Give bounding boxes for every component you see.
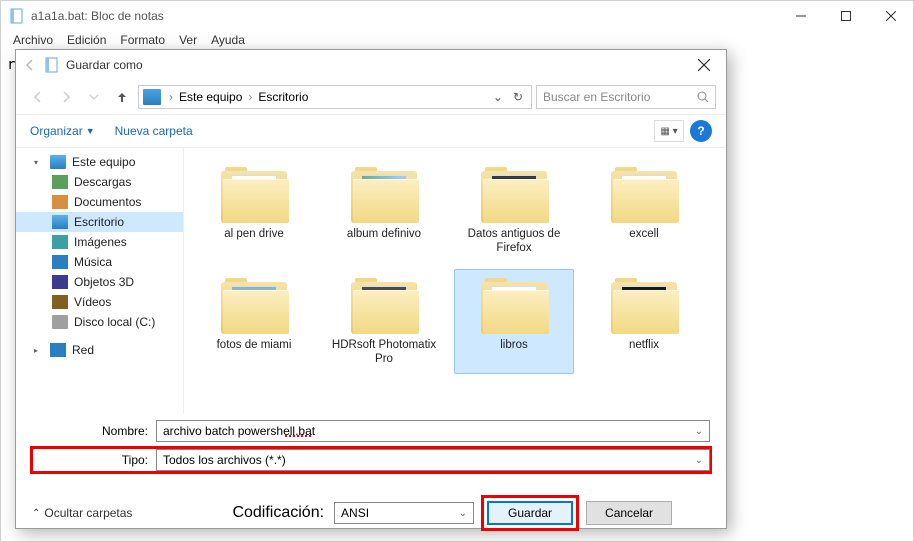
- tree-item-3d[interactable]: Objetos 3D: [16, 272, 183, 292]
- breadcrumb[interactable]: › Este equipo › Escritorio ⌄ ↻: [138, 85, 532, 109]
- tree-item-desktop[interactable]: Escritorio: [16, 212, 183, 232]
- filetype-row-highlighted: Tipo: Todos los archivos (*.*) ⌄: [32, 448, 710, 472]
- help-button[interactable]: ?: [690, 120, 712, 142]
- folder-item[interactable]: Datos antiguos de Firefox: [454, 158, 574, 263]
- download-icon: [52, 175, 68, 189]
- encoding-label: Codificación:: [232, 504, 324, 522]
- network-icon: [50, 343, 66, 357]
- chevron-right-icon: ›: [169, 90, 173, 104]
- notepad-menubar: Archivo Edición Formato Ver Ayuda: [1, 31, 913, 51]
- filetype-label: Tipo:: [32, 453, 156, 467]
- search-input[interactable]: Buscar en Escritorio: [536, 85, 716, 109]
- caret-right-icon: ▸: [34, 346, 44, 355]
- tree-item-pc[interactable]: ▾Este equipo: [16, 152, 183, 172]
- dialog-navbar: › Este equipo › Escritorio ⌄ ↻ Buscar en…: [16, 80, 726, 114]
- images-icon: [52, 235, 68, 249]
- folder-item[interactable]: ✦ HDRsoft Photomatix Pro: [324, 269, 444, 374]
- encoding-select[interactable]: ANSI ⌄: [334, 502, 474, 524]
- dialog-titlebar: Guardar como: [16, 50, 726, 80]
- menu-file[interactable]: Archivo: [7, 31, 59, 51]
- tree-item-network[interactable]: ▸Red: [16, 340, 183, 360]
- notepad-titlebar: a1a1a.bat: Bloc de notas: [1, 1, 913, 31]
- dialog-close-button[interactable]: [684, 52, 724, 78]
- menu-help[interactable]: Ayuda: [205, 31, 251, 51]
- documents-icon: [52, 195, 68, 209]
- new-folder-button[interactable]: Nueva carpeta: [115, 124, 193, 138]
- folder-item[interactable]: excell: [584, 158, 704, 263]
- notepad-icon: [9, 8, 25, 24]
- desktop-icon: [52, 215, 68, 229]
- close-button[interactable]: [868, 1, 913, 31]
- pc-icon: [143, 89, 161, 105]
- tree-item-documents[interactable]: Documentos: [16, 192, 183, 212]
- tree-item-downloads[interactable]: Descargas: [16, 172, 183, 192]
- hide-folders-button[interactable]: ⌃ Ocultar carpetas: [32, 506, 132, 520]
- breadcrumb-dropdown[interactable]: ⌄: [489, 90, 507, 104]
- notepad-window: a1a1a.bat: Bloc de notas Archivo Edición…: [0, 0, 914, 542]
- save-button-highlighted: Guardar: [484, 498, 576, 528]
- chevron-down-icon: ▼: [86, 126, 95, 136]
- nav-up-button[interactable]: [110, 85, 134, 109]
- chevron-down-icon[interactable]: ⌄: [459, 508, 467, 519]
- folder-item[interactable]: fotos de miami: [194, 269, 314, 374]
- dialog-fields: Nombre: archivo batch powershell.bat ⌄ T…: [16, 414, 726, 490]
- save-button[interactable]: Guardar: [487, 501, 573, 525]
- dialog-footer: ⌃ Ocultar carpetas Codificación: ANSI ⌄ …: [16, 490, 726, 528]
- file-dialog-icon: [44, 57, 60, 73]
- filename-input[interactable]: archivo batch powershell.bat ⌄: [156, 420, 710, 442]
- dialog-title: Guardar como: [66, 58, 684, 72]
- videos-icon: [52, 295, 68, 309]
- folder-tree: ▾Este equipo Descargas Documentos Escrit…: [16, 148, 184, 414]
- search-placeholder: Buscar en Escritorio: [543, 90, 650, 104]
- breadcrumb-root[interactable]: Este equipo: [179, 90, 242, 104]
- folder-item[interactable]: album definivo: [324, 158, 444, 263]
- window-controls: [778, 1, 913, 31]
- filename-label: Nombre:: [32, 424, 156, 438]
- caret-down-icon: ▾: [34, 158, 44, 167]
- chevron-right-icon: ›: [248, 90, 252, 104]
- nav-recent-button[interactable]: [82, 85, 106, 109]
- breadcrumb-current[interactable]: Escritorio: [258, 90, 308, 104]
- music-icon: [52, 255, 68, 269]
- tree-item-images[interactable]: Imágenes: [16, 232, 183, 252]
- dialog-toolbar: Organizar▼ Nueva carpeta ▦ ▾ ?: [16, 114, 726, 148]
- save-as-dialog: Guardar como › Este equipo › Escritorio …: [15, 49, 727, 529]
- chevron-up-icon: ⌃: [32, 508, 40, 519]
- folder-item[interactable]: ▮▮ netflix: [584, 269, 704, 374]
- nav-forward-button[interactable]: [54, 85, 78, 109]
- menu-edit[interactable]: Edición: [61, 31, 112, 51]
- tree-item-localdisk[interactable]: Disco local (C:): [16, 312, 183, 332]
- chevron-down-icon[interactable]: ⌄: [695, 426, 703, 437]
- tree-item-videos[interactable]: Vídeos: [16, 292, 183, 312]
- objects3d-icon: [52, 275, 68, 289]
- refresh-button[interactable]: ↻: [509, 90, 527, 104]
- organize-button[interactable]: Organizar▼: [30, 124, 95, 138]
- disk-icon: [52, 315, 68, 329]
- folder-item[interactable]: al pen drive: [194, 158, 314, 263]
- tree-item-music[interactable]: Música: [16, 252, 183, 272]
- view-options-button[interactable]: ▦ ▾: [654, 120, 684, 142]
- cancel-button[interactable]: Cancelar: [586, 501, 672, 525]
- dialog-body: ▾Este equipo Descargas Documentos Escrit…: [16, 148, 726, 414]
- minimize-button[interactable]: [778, 1, 823, 31]
- filetype-select[interactable]: Todos los archivos (*.*) ⌄: [156, 449, 710, 471]
- pc-icon: [50, 155, 66, 169]
- file-list[interactable]: al pen drive album definivo Datos antigu…: [184, 148, 726, 414]
- folder-item-selected[interactable]: pdf libros: [454, 269, 574, 374]
- maximize-button[interactable]: [823, 1, 868, 31]
- menu-format[interactable]: Formato: [114, 31, 171, 51]
- dialog-back-icon: [20, 55, 40, 75]
- notepad-title: a1a1a.bat: Bloc de notas: [31, 9, 778, 23]
- nav-back-button[interactable]: [26, 85, 50, 109]
- menu-view[interactable]: Ver: [173, 31, 203, 51]
- chevron-down-icon[interactable]: ⌄: [695, 455, 703, 466]
- search-icon: [697, 91, 709, 103]
